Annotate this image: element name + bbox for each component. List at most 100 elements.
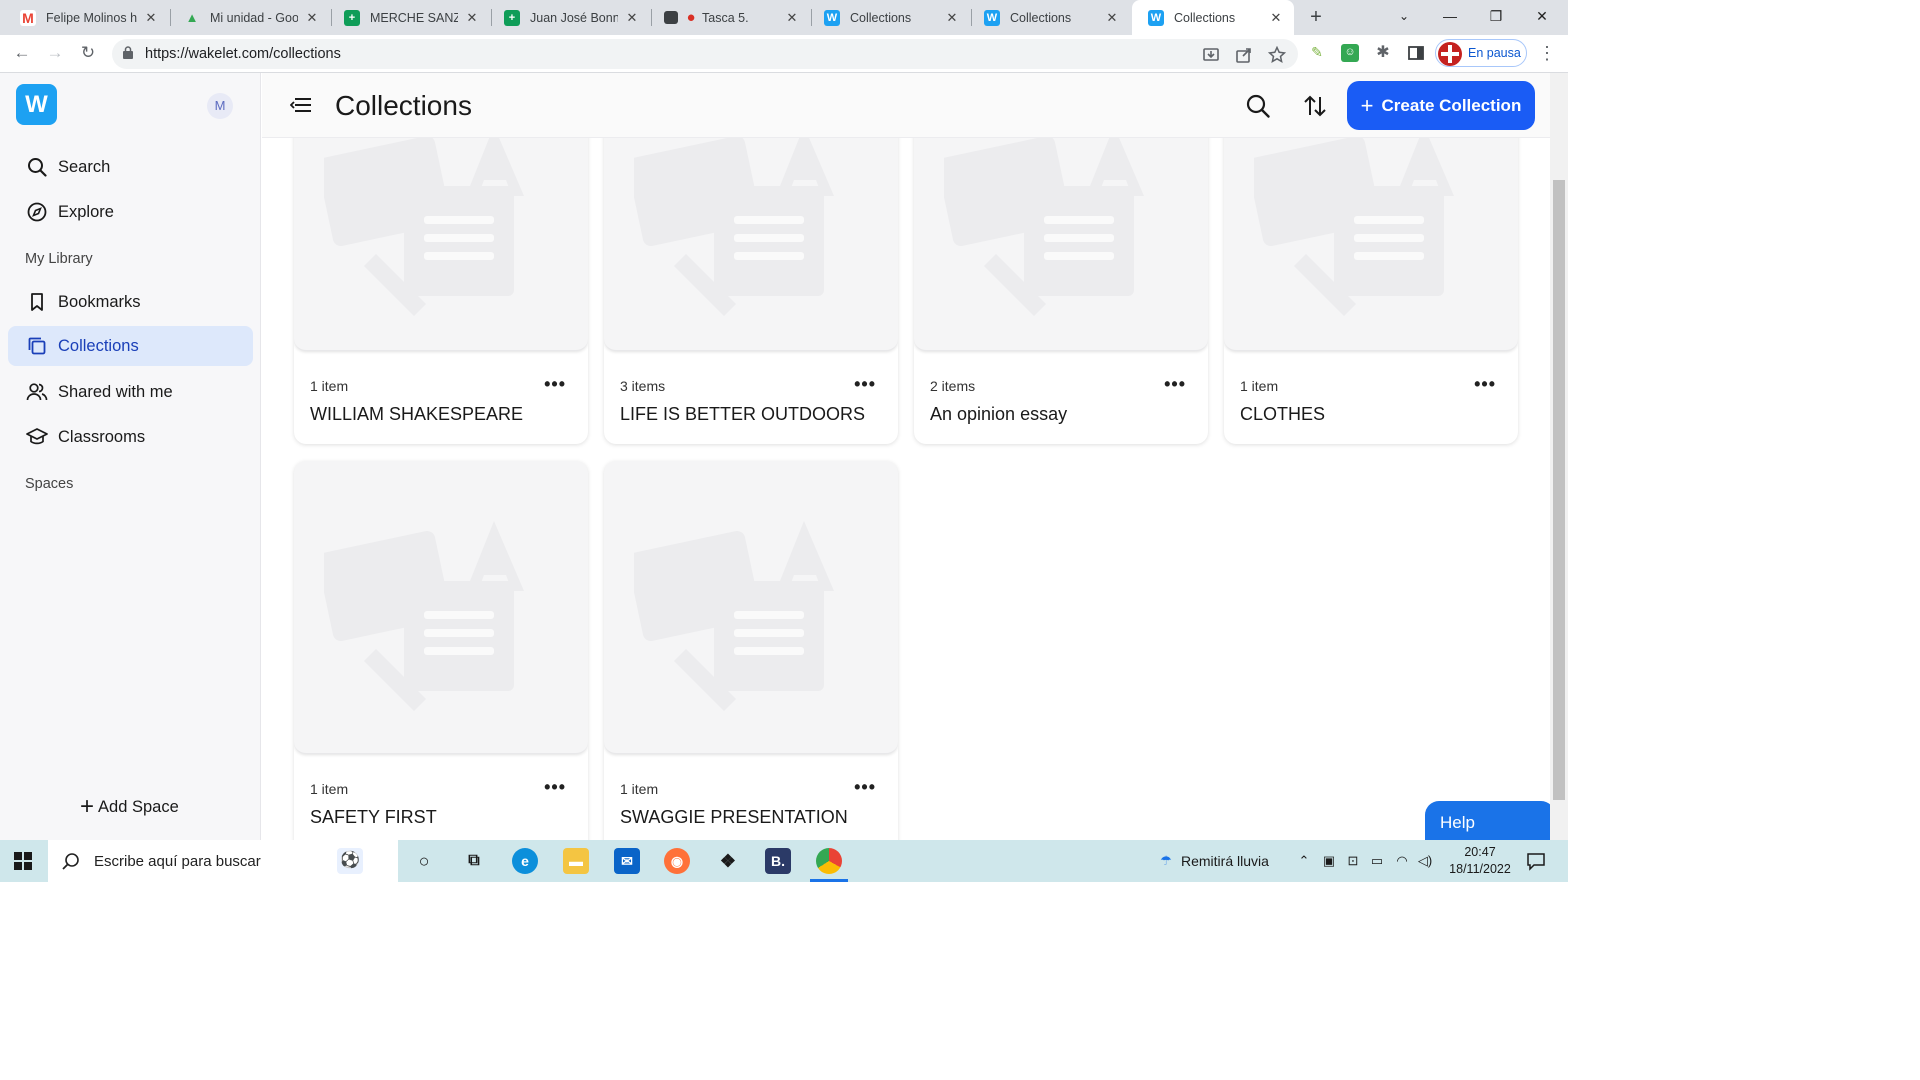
item-count: 1 item <box>310 781 349 797</box>
graduation-cap-icon <box>26 426 48 448</box>
dropbox-icon[interactable]: ❖ <box>715 848 741 874</box>
scrollbar-thumb[interactable] <box>1553 180 1565 800</box>
back-button[interactable]: ← <box>10 42 34 66</box>
more-options-icon[interactable]: ••• <box>854 374 876 395</box>
extension-icon[interactable]: ☺ <box>1341 44 1359 62</box>
user-avatar[interactable]: M <box>207 93 233 119</box>
item-count: 2 items <box>930 378 976 394</box>
browser-tab-active[interactable]: W Collections ✕ <box>1132 0 1294 35</box>
collection-thumbnail <box>294 138 588 351</box>
more-options-icon[interactable]: ••• <box>854 777 876 798</box>
chrome-icon[interactable] <box>816 848 842 874</box>
placeholder-image-icon <box>1254 138 1454 316</box>
more-options-icon[interactable]: ••• <box>544 777 566 798</box>
reload-button[interactable]: ↻ <box>76 42 100 66</box>
browser-toolbar: ← → ↻ https://wakelet.com/collections ✎ … <box>0 35 1568 73</box>
bookmark-icon <box>26 291 48 313</box>
collection-card[interactable]: 1 item ••• SWAGGIE PRESENTATION <box>604 461 898 840</box>
help-button[interactable]: Help <box>1425 801 1555 843</box>
close-icon[interactable]: ✕ <box>944 10 960 26</box>
chevron-up-icon[interactable]: ⌃ <box>1296 853 1312 869</box>
forward-button[interactable]: → <box>43 42 67 66</box>
collection-card[interactable]: 1 item ••• CLOTHES <box>1224 138 1518 444</box>
file-explorer-icon[interactable]: ▬ <box>563 848 589 874</box>
profile-button[interactable]: En pausa <box>1435 39 1527 67</box>
browser-tab[interactable]: ● Tasca 5. ✕ <box>648 0 810 35</box>
create-collection-label: Create Collection <box>1381 95 1522 115</box>
close-icon[interactable]: ✕ <box>304 10 320 26</box>
browser-tab[interactable]: + Juan José Bonnín ✕ <box>488 0 650 35</box>
weather-icon: ☂ <box>1160 853 1172 868</box>
more-options-icon[interactable]: ••• <box>544 374 566 395</box>
avatar <box>1438 42 1462 66</box>
sidebar-item-bookmarks[interactable]: Bookmarks <box>8 282 253 322</box>
add-space-button[interactable]: + Add Space <box>80 793 179 820</box>
search-highlight-icon[interactable]: ⚽ <box>337 848 363 874</box>
browser-tab[interactable]: M Felipe Molinos ha ✕ <box>4 0 169 35</box>
display-icon[interactable]: ⊡ <box>1345 853 1361 869</box>
close-icon[interactable]: ✕ <box>143 10 159 26</box>
task-view-icon[interactable]: ⧉ <box>461 848 487 874</box>
sidebar-item-shared[interactable]: Shared with me <box>8 372 253 412</box>
search-icon[interactable] <box>1245 93 1271 119</box>
browser-tab[interactable]: W Collections ✕ <box>968 0 1130 35</box>
close-icon[interactable]: ✕ <box>464 10 480 26</box>
puzzle-icon[interactable]: ✱ <box>1374 44 1392 62</box>
share-icon[interactable] <box>1235 46 1253 64</box>
compass-icon <box>26 201 48 223</box>
sidebar-item-label: Bookmarks <box>58 292 141 311</box>
cortana-icon[interactable]: ○ <box>411 848 437 874</box>
browser-tab[interactable]: + MERCHE SANZ O ✕ <box>328 0 490 35</box>
wakelet-logo[interactable]: W <box>16 84 57 125</box>
sidebar-item-classrooms[interactable]: Classrooms <box>8 417 253 457</box>
new-tab-button[interactable]: + <box>1304 6 1328 30</box>
close-window-button[interactable]: ✕ <box>1519 0 1565 35</box>
browser-tab[interactable]: W Collections ✕ <box>808 0 970 35</box>
install-icon[interactable] <box>1202 46 1220 64</box>
more-options-icon[interactable]: ••• <box>1164 374 1186 395</box>
wifi-icon[interactable]: ◠ <box>1394 853 1410 869</box>
lock-icon <box>123 46 133 59</box>
star-icon[interactable] <box>1268 46 1286 64</box>
battery-icon[interactable]: ▭ <box>1369 853 1385 869</box>
close-icon[interactable]: ✕ <box>784 10 800 26</box>
volume-icon[interactable]: ◁) <box>1417 853 1433 869</box>
plus-icon: + <box>80 793 95 820</box>
weather-text[interactable]: Remitirá lluvia <box>1181 853 1269 869</box>
sheets-icon: + <box>504 9 520 26</box>
side-panel-icon[interactable] <box>1407 44 1425 62</box>
collection-title: An opinion essay <box>930 404 1068 424</box>
restore-button[interactable]: ❐ <box>1473 0 1519 35</box>
menu-collapse-icon[interactable] <box>290 95 312 115</box>
browser-tab[interactable]: ▲ Mi unidad - Goog ✕ <box>168 0 330 35</box>
browser-menu-button[interactable]: ⋮ <box>1538 42 1556 66</box>
firefox-icon[interactable]: ◉ <box>664 848 690 874</box>
collections-icon <box>26 335 48 357</box>
windows-start-icon[interactable] <box>14 852 32 870</box>
sidebar-item-collections[interactable]: Collections <box>8 326 253 366</box>
address-bar[interactable]: https://wakelet.com/collections <box>112 39 1298 69</box>
close-icon[interactable]: ✕ <box>1104 10 1120 26</box>
meet-icon[interactable]: ▣ <box>1321 853 1337 869</box>
sidebar-item-explore[interactable]: Explore <box>8 192 253 232</box>
collection-card[interactable]: 3 items ••• LIFE IS BETTER OUTDOORS <box>604 138 898 444</box>
minimize-button[interactable]: — <box>1427 0 1473 35</box>
collection-card[interactable]: 1 item ••• WILLIAM SHAKESPEARE <box>294 138 588 444</box>
edge-icon[interactable]: e <box>512 848 538 874</box>
collection-card[interactable]: 2 items ••• An opinion essay <box>914 138 1208 444</box>
sort-icon[interactable] <box>1302 93 1328 119</box>
create-collection-button[interactable]: + Create Collection <box>1347 81 1535 130</box>
mail-icon[interactable]: ✉ <box>614 848 640 874</box>
clock[interactable]: 20:47 18/11/2022 <box>1440 844 1520 878</box>
notification-icon[interactable] <box>1526 851 1546 871</box>
collection-card[interactable]: 1 item ••• SAFETY FIRST <box>294 461 588 840</box>
close-icon[interactable]: ✕ <box>1268 10 1284 26</box>
more-options-icon[interactable]: ••• <box>1474 374 1496 395</box>
section-label-my-library: My Library <box>25 251 93 267</box>
tab-search-button[interactable]: ⌄ <box>1381 0 1427 35</box>
close-icon[interactable]: ✕ <box>624 10 640 26</box>
sidebar-item-search[interactable]: Search <box>8 147 253 187</box>
sidebar-item-label: Search <box>58 157 111 176</box>
app-b-icon[interactable]: B. <box>765 848 791 874</box>
extension-icon[interactable]: ✎ <box>1308 44 1326 62</box>
